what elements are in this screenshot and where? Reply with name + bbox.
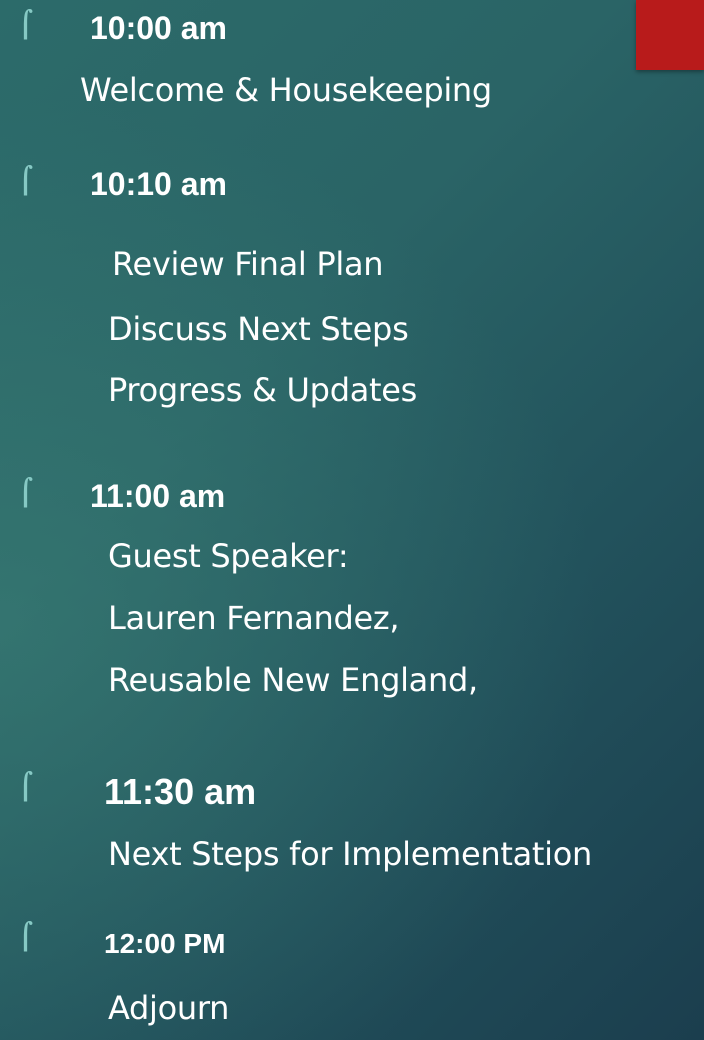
session-item: Welcome & Housekeeping bbox=[80, 71, 492, 109]
session-item: Review Final Plan bbox=[112, 245, 384, 283]
bullet-icon: ⌠ bbox=[18, 922, 34, 952]
session-item: Adjourn bbox=[108, 989, 230, 1027]
session-time: 11:00 am bbox=[90, 478, 226, 514]
session-item: Lauren Fernandez, bbox=[108, 599, 400, 637]
bullet-icon: ⌠ bbox=[18, 772, 34, 802]
session-item: Next Steps for Implementation bbox=[108, 835, 592, 873]
session-item: Progress & Updates bbox=[108, 371, 418, 409]
session-time: 10:00 am bbox=[90, 10, 227, 46]
session-item: Guest Speaker: bbox=[108, 537, 349, 575]
session-time: 12:00 PM bbox=[104, 928, 226, 959]
session-item: Discuss Next Steps bbox=[108, 310, 409, 348]
session-time: 10:10 am bbox=[90, 166, 227, 202]
bullet-icon: ⌠ bbox=[18, 166, 34, 196]
session-item: Reusable New England, bbox=[108, 661, 478, 699]
bullet-icon: ⌠ bbox=[18, 10, 34, 40]
session-time: 11:30 am bbox=[104, 771, 257, 812]
bullet-icon: ⌠ bbox=[18, 478, 34, 508]
red-accent-block bbox=[636, 0, 704, 70]
